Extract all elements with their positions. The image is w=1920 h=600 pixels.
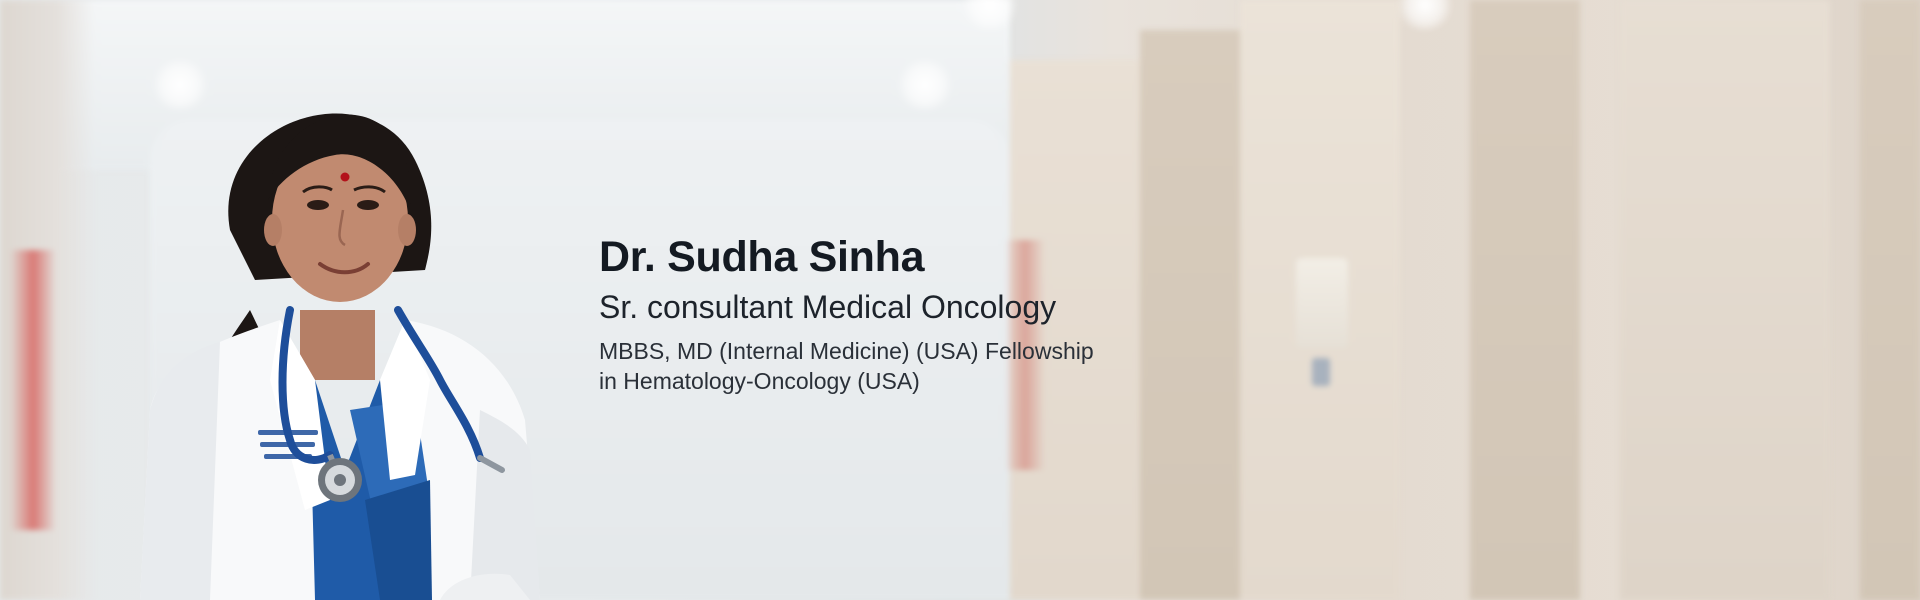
doctor-qualifications: MBBS, MD (Internal Medicine) (USA) Fello…: [599, 336, 1219, 396]
qualifications-line-2: in Hematology-Oncology (USA): [599, 368, 920, 394]
corridor-wall-panel: [1620, 0, 1830, 600]
wall-light: [1296, 258, 1348, 348]
wall-sign: [1312, 358, 1330, 386]
doctor-name: Dr. Sudha Sinha: [599, 233, 925, 281]
doctor-info: Dr. Sudha Sinha Sr. consultant Medical O…: [599, 228, 1219, 396]
ceiling-light: [895, 60, 955, 110]
corridor-door: [1860, 0, 1920, 600]
doctor-designation: Sr. consultant Medical Oncology: [599, 289, 1057, 325]
qualifications-line-1: MBBS, MD (Internal Medicine) (USA) Fello…: [599, 338, 1094, 364]
doctor-hero-banner: Dr. Sudha Sinha Sr. consultant Medical O…: [0, 0, 1920, 600]
doctor-portrait: [140, 80, 660, 600]
corridor-door: [1470, 0, 1580, 600]
red-wall-accent: [10, 250, 56, 530]
ceiling-light: [1395, 0, 1455, 30]
